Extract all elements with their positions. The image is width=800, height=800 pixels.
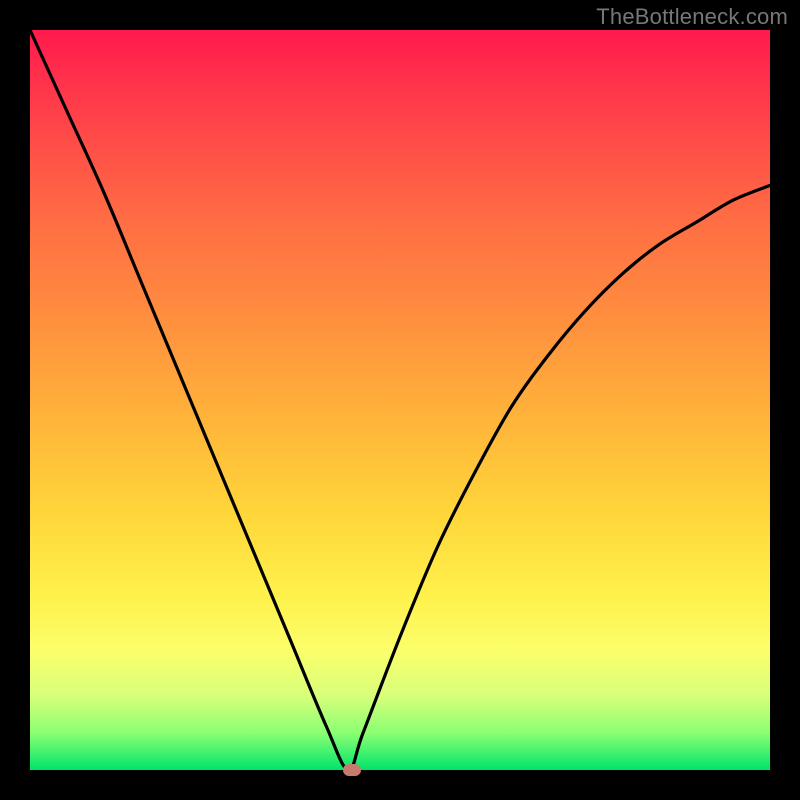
plot-area <box>30 30 770 770</box>
minimum-marker <box>343 764 361 776</box>
watermark-label: TheBottleneck.com <box>596 4 788 30</box>
curve-path <box>30 30 770 770</box>
chart-frame: TheBottleneck.com <box>0 0 800 800</box>
bottleneck-curve <box>30 30 770 770</box>
